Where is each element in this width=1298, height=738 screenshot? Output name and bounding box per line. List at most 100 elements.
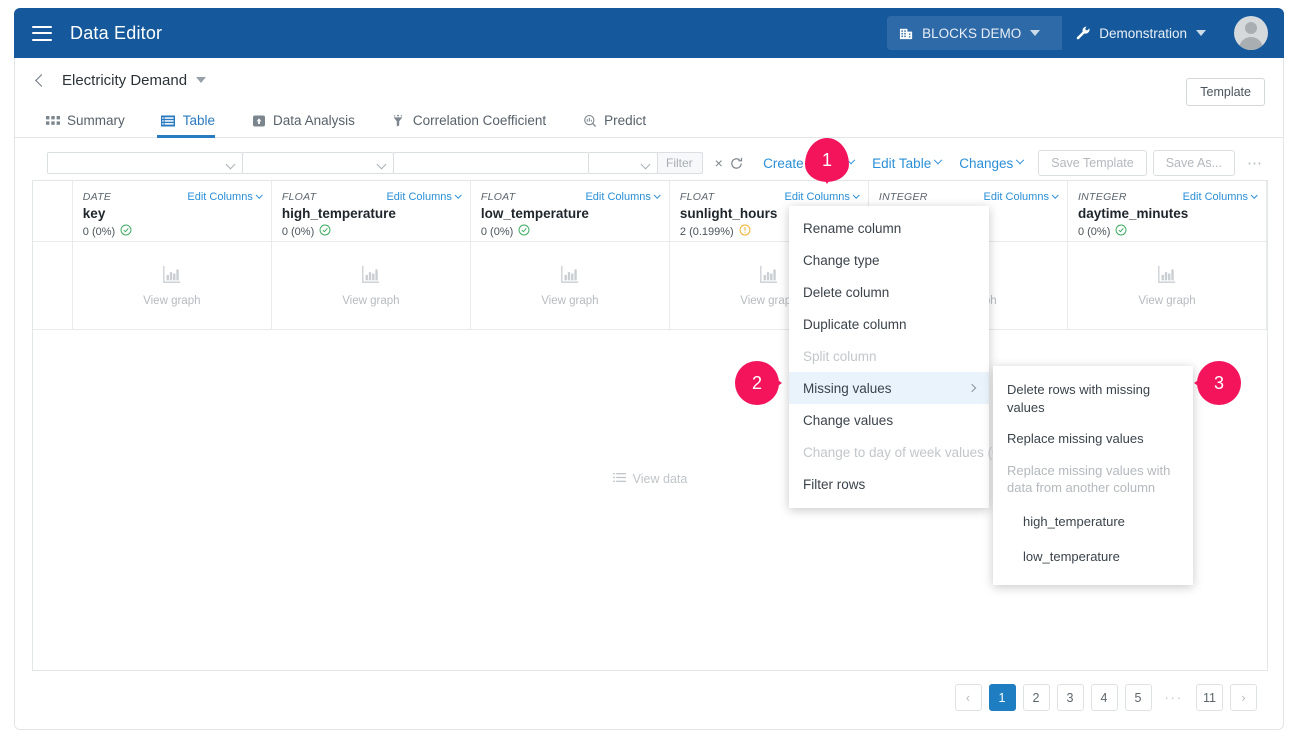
edit-columns-button[interactable]: Edit Columns — [984, 191, 1059, 203]
submenu-item-low-temperature[interactable]: low_temperature — [993, 539, 1193, 575]
pagination-page-3[interactable]: 3 — [1056, 684, 1084, 711]
status-ok-icon — [1115, 224, 1127, 239]
tab-table[interactable]: Table — [156, 113, 229, 138]
column-missing-count: 0 (0%) — [481, 224, 659, 239]
list-icon — [612, 471, 626, 487]
tab-summary[interactable]: Summary — [45, 113, 139, 137]
column-type: FLOAT — [281, 191, 317, 203]
view-graph-daytime-minutes[interactable]: View graph — [1067, 242, 1267, 330]
column-type: DATE — [82, 191, 112, 203]
column-missing-count: 0 (0%) — [1078, 224, 1256, 239]
chevron-down-icon — [852, 191, 860, 199]
edit-table-button[interactable]: Edit Table — [863, 156, 950, 171]
chevron-down-icon — [1030, 30, 1041, 36]
chevron-down-icon — [1016, 155, 1025, 165]
tab-predict[interactable]: Predict — [582, 113, 660, 137]
save-as-button[interactable]: Save As... — [1152, 150, 1235, 176]
view-graph-label: View graph — [143, 295, 201, 307]
column-name: key — [82, 206, 106, 221]
chart-icon — [1157, 264, 1177, 289]
chevron-down-icon — [255, 191, 263, 199]
tab-bar: Summary Table Data Analysis Correlation … — [15, 78, 1283, 138]
workspace-selector[interactable]: BLOCKS DEMO — [887, 16, 1063, 50]
pagination-page-4[interactable]: 4 — [1090, 684, 1118, 711]
status-warning-icon — [739, 224, 751, 239]
pagination-page-5[interactable]: 5 — [1124, 684, 1152, 711]
environment-selector[interactable]: Demonstration — [1063, 16, 1220, 50]
filter-operator-select[interactable] — [242, 152, 394, 174]
edit-columns-button[interactable]: Edit Columns — [386, 191, 462, 203]
more-options-icon[interactable]: ⋯ — [1239, 154, 1271, 172]
dataset-dropdown-icon[interactable] — [196, 77, 207, 83]
save-template-button[interactable]: Save Template — [1038, 150, 1147, 176]
edit-columns-button[interactable]: Edit Columns — [1183, 191, 1258, 203]
edit-columns-button-active[interactable]: Edit Columns — [785, 191, 860, 203]
view-graph-high-temperature[interactable]: View graph — [271, 242, 471, 330]
tab-correlation-coefficient[interactable]: Correlation Coefficient — [391, 113, 560, 137]
menu-item-change-values[interactable]: Change values — [789, 404, 989, 436]
pagination-prev[interactable]: ‹ — [954, 684, 982, 711]
menu-item-delete-column[interactable]: Delete column — [789, 276, 989, 308]
pagination-next[interactable]: › — [1230, 684, 1257, 711]
column-missing-count: 0 (0%) — [83, 224, 261, 239]
chart-icon — [759, 264, 779, 289]
tab-label: Summary — [67, 113, 125, 128]
submenu-item-high-temperature[interactable]: high_temperature — [993, 504, 1193, 540]
pagination-ellipsis: ··· — [1164, 690, 1183, 705]
marker-number: 1 — [821, 149, 832, 170]
table-header-row: DATE Edit Columns key 0 (0%) FLOAT Edit … — [33, 181, 1267, 242]
view-graph-label: View graph — [541, 295, 599, 307]
view-graph-label: View graph — [1138, 295, 1196, 307]
menu-item-change-type[interactable]: Change type — [789, 244, 989, 276]
marker-number: 2 — [751, 372, 762, 393]
hamburger-icon[interactable] — [32, 25, 52, 41]
graph-cell-spacer — [33, 242, 73, 330]
close-x-icon[interactable]: × — [715, 155, 723, 171]
template-button[interactable]: Template — [1186, 78, 1265, 106]
menu-item-duplicate-column[interactable]: Duplicate column — [789, 308, 989, 340]
column-missing-count: 0 (0%) — [282, 224, 460, 239]
marker-number: 3 — [1213, 372, 1224, 393]
edit-table-label: Edit Table — [872, 155, 932, 171]
column-name: daytime_minutes — [1077, 206, 1189, 221]
filter-logic-select[interactable] — [588, 152, 658, 174]
grid-icon — [45, 113, 60, 128]
refresh-icon[interactable] — [729, 156, 744, 171]
missing-values-submenu: Delete rows with missing values Replace … — [993, 366, 1193, 585]
menu-item-filter-rows[interactable]: Filter rows — [789, 468, 989, 500]
filter-toolbar: Filter × Create Model Edit Table Changes… — [15, 146, 1283, 180]
status-ok-icon — [319, 224, 331, 239]
menu-item-missing-values[interactable]: Missing values — [789, 372, 989, 404]
menu-item-rename-column[interactable]: Rename column — [789, 212, 989, 244]
submenu-item-replace-missing-values[interactable]: Replace missing values — [993, 423, 1193, 455]
submenu-item-delete-rows-with-missing-values[interactable]: Delete rows with missing values — [993, 374, 1193, 423]
pagination-page-2[interactable]: 2 — [1022, 684, 1050, 711]
filter-column-select[interactable] — [47, 152, 243, 174]
pagination-page-1[interactable]: 1 — [988, 684, 1016, 711]
column-type: INTEGER — [1077, 191, 1127, 203]
edit-columns-button[interactable]: Edit Columns — [585, 191, 661, 203]
row-selector-header — [33, 181, 73, 242]
column-header-key: DATE Edit Columns key 0 (0%) — [72, 181, 272, 242]
chevron-down-icon — [1196, 30, 1206, 36]
data-editor-app: Data Editor BLOCKS DEMO Demonstration El… — [0, 0, 1298, 738]
submenu-section-replace-from-another-column: Replace missing values with data from an… — [1007, 462, 1171, 496]
changes-button[interactable]: Changes — [950, 156, 1032, 171]
filter-button[interactable]: Filter — [657, 152, 703, 174]
pagination-page-last[interactable]: 11 — [1196, 684, 1223, 711]
column-type: FLOAT — [679, 191, 715, 203]
view-graph-key[interactable]: View graph — [72, 242, 272, 330]
changes-label: Changes — [959, 155, 1014, 171]
view-graph-low-temperature[interactable]: View graph — [470, 242, 670, 330]
view-data-label: View data — [632, 472, 688, 486]
chevron-left-icon[interactable] — [35, 73, 48, 87]
filter-value-input[interactable] — [393, 152, 589, 174]
annotation-marker-3: 3 — [1197, 361, 1241, 405]
edit-columns-button[interactable]: Edit Columns — [187, 191, 263, 203]
tab-data-analysis[interactable]: Data Analysis — [251, 113, 369, 137]
chevron-down-icon — [454, 191, 462, 199]
column-name: high_temperature — [281, 206, 396, 221]
wrench-icon — [1075, 25, 1091, 41]
avatar[interactable] — [1234, 16, 1268, 50]
app-title: Data Editor — [70, 22, 163, 43]
